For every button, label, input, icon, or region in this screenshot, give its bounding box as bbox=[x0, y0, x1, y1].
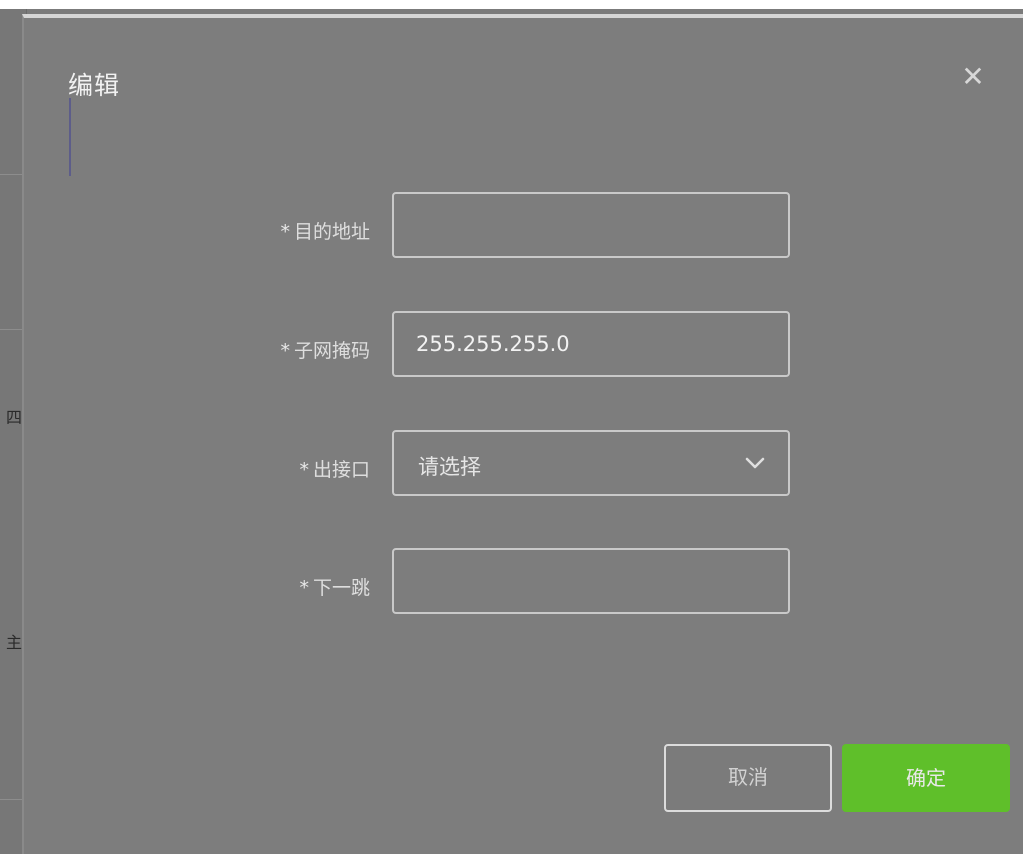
required-mark: * bbox=[299, 459, 309, 481]
title-accent-line bbox=[69, 98, 71, 176]
subnet-mask-input[interactable] bbox=[392, 311, 790, 377]
edge-text: 四 bbox=[6, 408, 23, 427]
edge-text: 主 bbox=[6, 633, 23, 652]
cancel-button[interactable]: 取消 bbox=[664, 744, 832, 812]
next-hop-input[interactable] bbox=[392, 548, 790, 614]
label-text: 出接口 bbox=[312, 459, 370, 481]
edit-dialog: 编辑 ✕ *目的地址 *子网掩码 *出接口 请选择 *下一跳 取消 确定 bbox=[22, 14, 1023, 854]
required-mark: * bbox=[280, 221, 290, 243]
required-mark: * bbox=[280, 340, 290, 362]
destination-address-input[interactable] bbox=[392, 192, 790, 258]
label-text: 子网掩码 bbox=[293, 340, 370, 362]
destination-address-label: * 目的地址 bbox=[170, 217, 370, 244]
confirm-button[interactable]: 确定 bbox=[842, 744, 1010, 812]
top-strip bbox=[0, 0, 1023, 9]
label-text: 下一跳 bbox=[312, 577, 370, 599]
close-icon[interactable]: ✕ bbox=[958, 62, 988, 92]
required-mark: * bbox=[299, 577, 309, 599]
select-value: 请选择 bbox=[418, 455, 481, 479]
chevron-down-icon bbox=[745, 457, 765, 469]
label-text: 目的地址 bbox=[293, 221, 370, 243]
dialog-title: 编辑 bbox=[68, 71, 121, 100]
next-hop-label: * 下一跳 bbox=[170, 573, 370, 600]
outbound-interface-label: * 出接口 bbox=[170, 455, 370, 482]
outbound-interface-select[interactable]: 请选择 bbox=[392, 430, 790, 496]
subnet-mask-label: * 子网掩码 bbox=[170, 336, 370, 363]
